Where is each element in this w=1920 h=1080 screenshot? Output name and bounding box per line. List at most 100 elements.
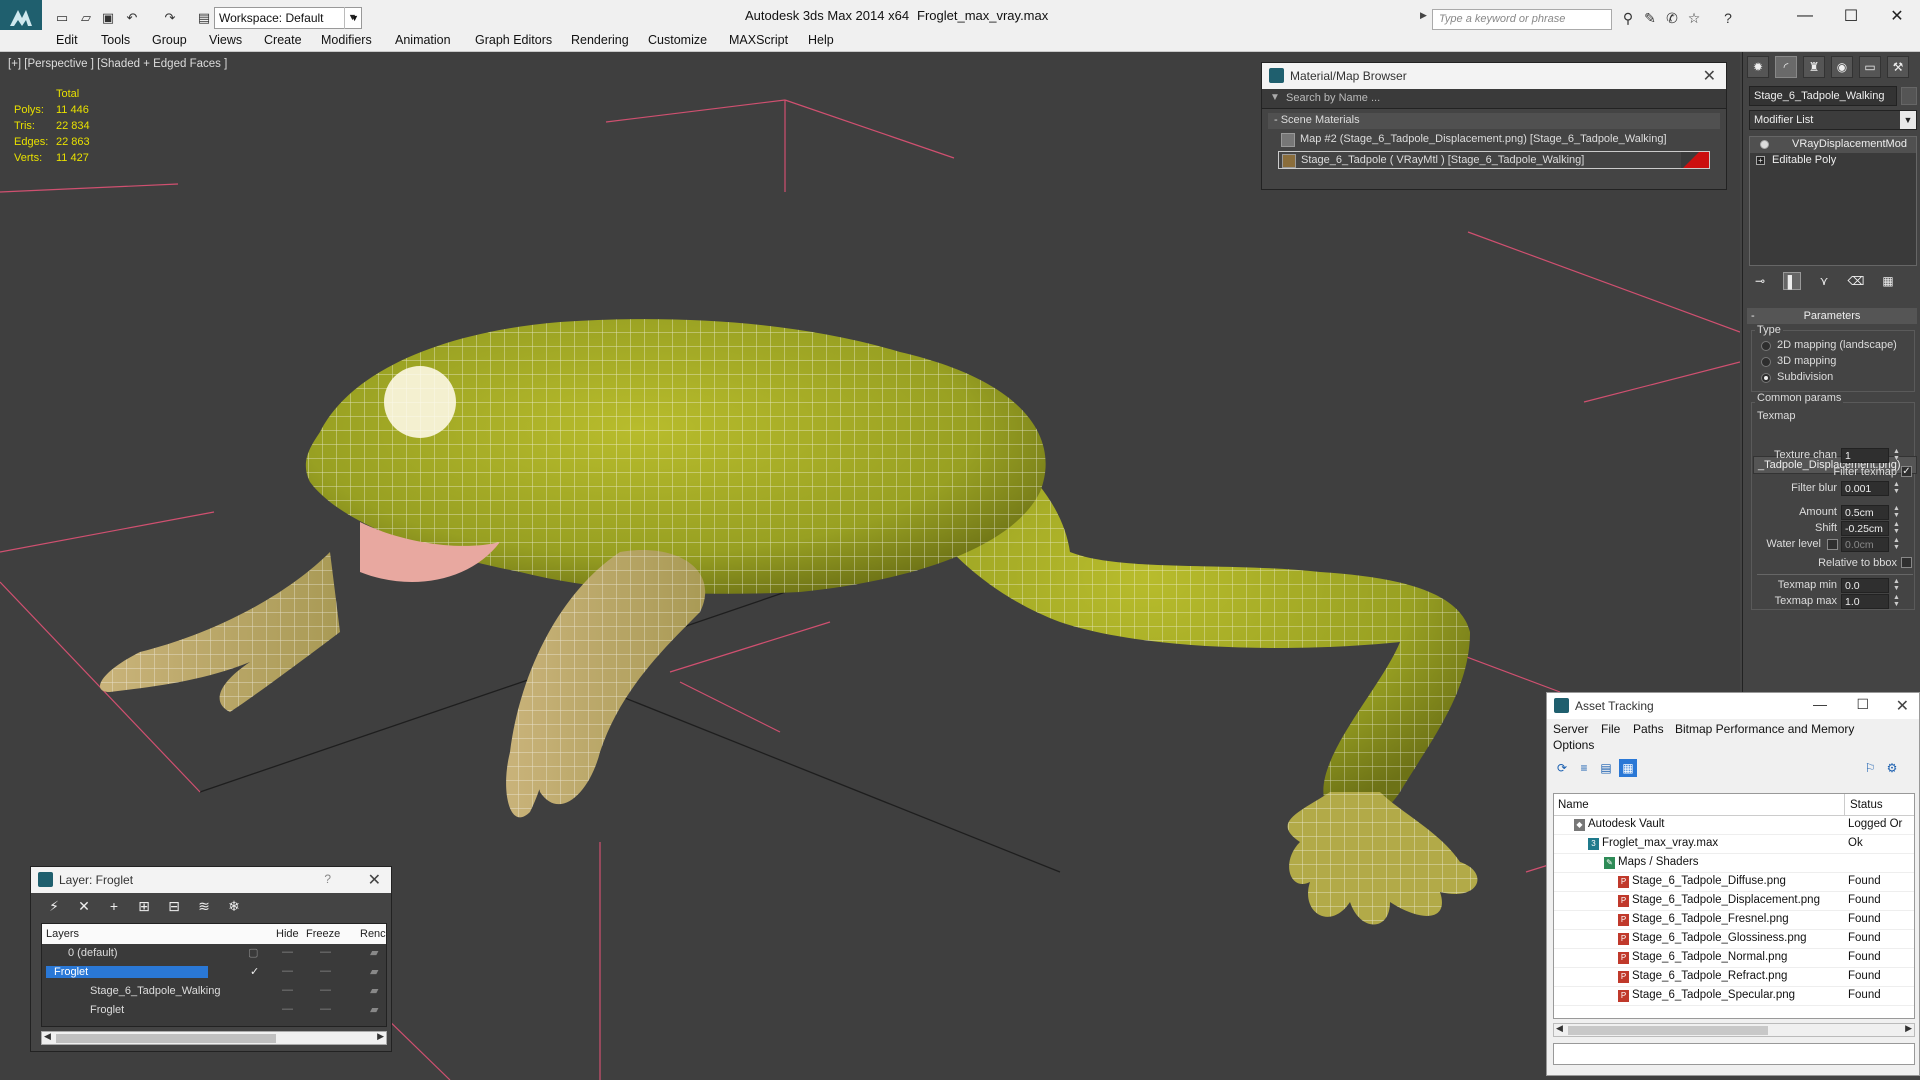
help-icon[interactable]: ? — [324, 872, 331, 886]
search-expand-icon[interactable]: ▶ — [1420, 10, 1427, 21]
stack-item-editable-poly[interactable]: + Editable Poly — [1750, 153, 1916, 169]
scroll-thumb[interactable] — [56, 1034, 276, 1043]
favorites-star-icon[interactable]: ☆ — [1684, 9, 1704, 27]
menu-views[interactable]: Views — [209, 33, 242, 47]
hide-toggle[interactable]: — — [282, 984, 293, 996]
scene-materials-section[interactable]: - Scene Materials — [1268, 113, 1720, 129]
menu-modifiers[interactable]: Modifiers — [321, 33, 372, 47]
scroll-thumb[interactable] — [1568, 1026, 1768, 1035]
stack-item-vray-displacement[interactable]: VRayDisplacementMod — [1750, 137, 1916, 153]
material-browser-titlebar[interactable]: Material/Map Browser ✕ — [1262, 63, 1726, 89]
menu-rendering[interactable]: Rendering — [571, 33, 629, 47]
column-hide[interactable]: Hide — [276, 928, 299, 940]
viewport-label[interactable]: [+] [Perspective ] [Shaded + Edged Faces… — [8, 58, 227, 70]
asset-row[interactable]: ✎ Maps / Shaders — [1554, 854, 1914, 873]
menu-graph-editors[interactable]: Graph Editors — [475, 33, 552, 47]
close-button[interactable]: ✕ — [1874, 2, 1920, 30]
current-layer-check-icon[interactable]: ✓ — [250, 965, 259, 978]
highlight-layer-icon[interactable]: ⊟ — [165, 897, 183, 915]
menu-tools[interactable]: Tools — [101, 33, 130, 47]
water-level-spinner[interactable]: 0.0cm — [1841, 537, 1889, 552]
menu-file[interactable]: File — [1601, 722, 1620, 736]
render-toggle[interactable]: ▰ — [370, 984, 378, 997]
save-file-icon[interactable]: ▣ — [98, 9, 118, 27]
refresh-icon[interactable]: ⟳ — [1553, 759, 1571, 777]
render-toggle[interactable]: ▰ — [370, 946, 378, 959]
asset-path-field[interactable] — [1553, 1043, 1915, 1065]
asset-row[interactable]: 3 Froglet_max_vray.max Ok — [1554, 835, 1914, 854]
menu-options[interactable]: Options — [1553, 738, 1594, 752]
asset-horizontal-scrollbar[interactable]: ◀ ▶ — [1553, 1023, 1915, 1037]
material-item[interactable]: Map #2 (Stage_6_Tadpole_Displacement.png… — [1278, 131, 1710, 149]
menu-maxscript[interactable]: MAXScript — [729, 33, 788, 47]
column-render[interactable]: Renc — [360, 928, 386, 940]
menu-paths[interactable]: Paths — [1633, 722, 1664, 736]
make-unique-icon[interactable]: ⋎ — [1815, 272, 1833, 290]
remove-modifier-icon[interactable]: ⌫ — [1847, 272, 1865, 290]
scroll-right-icon[interactable]: ▶ — [1905, 1023, 1912, 1034]
menu-help[interactable]: Help — [808, 33, 834, 47]
scroll-right-icon[interactable]: ▶ — [377, 1031, 384, 1042]
freeze-all-icon[interactable]: ❄ — [225, 897, 243, 915]
spinner-arrows-icon[interactable]: ▲ ▼ — [1893, 578, 1900, 592]
binoculars-icon[interactable]: ⚲ — [1618, 9, 1638, 27]
freeze-toggle[interactable]: — — [320, 984, 331, 996]
new-file-icon[interactable]: ▭ — [52, 9, 72, 27]
asset-row[interactable]: ◆ Autodesk Vault Logged Or — [1554, 816, 1914, 835]
new-layer-icon[interactable]: ⚡ — [45, 897, 63, 915]
close-icon[interactable]: ✕ — [368, 870, 381, 890]
asset-row[interactable]: P Stage_6_Tadpole_Normal.png Found — [1554, 949, 1914, 968]
current-layer-icon[interactable]: ▢ — [248, 946, 258, 959]
scroll-left-icon[interactable]: ◀ — [44, 1031, 51, 1042]
column-layers[interactable]: Layers — [46, 928, 79, 940]
expand-plus-icon[interactable]: + — [1756, 156, 1765, 165]
workspace-more-button[interactable]: ▼ — [344, 7, 360, 29]
layer-horizontal-scrollbar[interactable]: ◀ ▶ — [41, 1031, 387, 1045]
create-tab-icon[interactable]: ✹ — [1747, 56, 1769, 78]
shift-spinner[interactable]: -0.25cm — [1841, 521, 1889, 536]
asset-row[interactable]: P Stage_6_Tadpole_Displacement.png Found — [1554, 892, 1914, 911]
hide-toggle[interactable]: — — [282, 965, 293, 977]
menu-animation[interactable]: Animation — [395, 33, 451, 47]
pin-stack-icon[interactable]: ⊸ — [1751, 272, 1769, 290]
water-level-checkbox[interactable] — [1827, 539, 1838, 550]
minimize-button[interactable]: — — [1782, 2, 1828, 30]
spinner-arrows-icon[interactable]: ▲ ▼ — [1893, 594, 1900, 608]
minimize-icon[interactable]: — — [1813, 696, 1827, 712]
parameters-rollout-header[interactable]: - Parameters — [1747, 308, 1917, 324]
texmap-max-spinner[interactable]: 1.0 — [1841, 594, 1889, 609]
menu-create[interactable]: Create — [264, 33, 302, 47]
menu-edit[interactable]: Edit — [56, 33, 78, 47]
settings-icon[interactable]: ⚙ — [1883, 759, 1901, 777]
filter-blur-spinner[interactable]: 0.001 — [1841, 481, 1889, 496]
help-icon[interactable]: ? — [1718, 9, 1738, 27]
modifier-list-dropdown[interactable]: Modifier List ▼ — [1749, 110, 1917, 130]
status-icon[interactable]: ⚐ — [1861, 759, 1879, 777]
subscription-icon[interactable]: ✎ — [1640, 9, 1660, 27]
lightbulb-icon[interactable] — [1760, 140, 1769, 149]
relative-bbox-checkbox[interactable] — [1901, 557, 1912, 568]
configure-sets-icon[interactable]: ▦ — [1879, 272, 1897, 290]
hide-toggle[interactable]: — — [282, 1003, 293, 1015]
freeze-toggle[interactable]: — — [320, 965, 331, 977]
maximize-button[interactable]: ☐ — [1828, 2, 1874, 30]
delete-layer-icon[interactable]: ✕ — [75, 897, 93, 915]
hide-toggle[interactable]: — — [282, 946, 293, 958]
layer-row[interactable]: Stage_6_Tadpole_Walking — — ▰ — [42, 982, 386, 1001]
freeze-toggle[interactable]: — — [320, 1003, 331, 1015]
material-item-selected[interactable]: Stage_6_Tadpole ( VRayMtl ) [Stage_6_Tad… — [1278, 151, 1710, 169]
menu-server[interactable]: Server — [1553, 722, 1588, 736]
radio-3d-mapping[interactable]: 3D mapping — [1759, 355, 1836, 367]
tree-view-icon[interactable]: ▤ — [1597, 759, 1615, 777]
filter-texmap-checkbox[interactable]: ✓ — [1901, 466, 1912, 477]
asset-row[interactable]: P Stage_6_Tadpole_Specular.png Found — [1554, 987, 1914, 1006]
spinner-arrows-icon[interactable]: ▲ ▼ — [1893, 448, 1900, 462]
asset-row[interactable]: P Stage_6_Tadpole_Glossiness.png Found — [1554, 930, 1914, 949]
hide-all-icon[interactable]: ≋ — [195, 897, 213, 915]
texture-chan-spinner[interactable]: 1 — [1841, 448, 1889, 463]
column-freeze[interactable]: Freeze — [306, 928, 340, 940]
spinner-arrows-icon[interactable]: ▲ ▼ — [1893, 505, 1900, 519]
maximize-icon[interactable]: ☐ — [1856, 696, 1869, 713]
motion-tab-icon[interactable]: ◉ — [1831, 56, 1853, 78]
display-tab-icon[interactable]: ▭ — [1859, 56, 1881, 78]
